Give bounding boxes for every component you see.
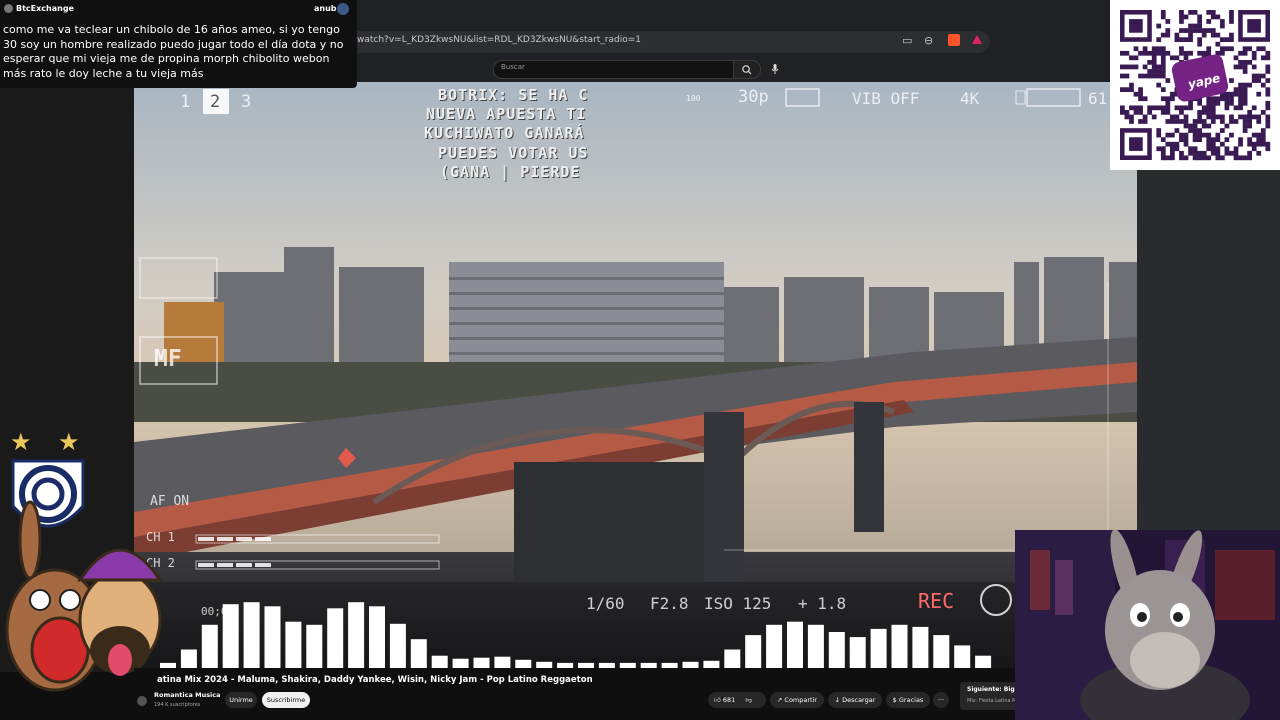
subscribe-button[interactable]: Suscribirme: [262, 692, 310, 708]
star-icon: ★: [10, 428, 32, 456]
qr-code: yape: [1110, 0, 1280, 170]
video-player[interactable]: 1 2 3 100 30p VIB OFF 4K 61 MF AF ON CH …: [134, 82, 1137, 668]
star-icon: ★: [58, 428, 80, 456]
botrix-line-1: BOTRIX: SE HA C: [438, 86, 589, 104]
chat-username: BtcExchange: [16, 4, 74, 13]
visualizer-bar: [348, 602, 365, 668]
download-button[interactable]: ↓ Descargar: [828, 692, 882, 708]
percent-label: 61: [1088, 89, 1108, 108]
visualizer-bar: [285, 621, 302, 668]
visualizer-bar: [745, 635, 762, 668]
audio-visualizer: [160, 602, 992, 668]
channel-avatar[interactable]: [137, 696, 147, 706]
visualizer-bar: [494, 656, 511, 668]
visualizer-bar: [389, 623, 406, 668]
channel-name[interactable]: Romantica Musica: [154, 691, 221, 699]
thanks-label: Gracias: [898, 696, 924, 704]
visualizer-bar: [703, 660, 720, 668]
chat-right-label: anub: [314, 4, 337, 13]
like-count: 681: [722, 696, 736, 704]
more-actions-button[interactable]: ···: [933, 692, 949, 708]
visualizer-bar: [473, 657, 490, 668]
page-3: 3: [241, 92, 252, 112]
visualizer-bar: [912, 626, 929, 668]
voice-search-button[interactable]: [766, 60, 784, 78]
visualizer-bar: [849, 637, 866, 668]
brave-shield-icon[interactable]: [948, 34, 960, 46]
share-button[interactable]: ↗ Compartir: [770, 692, 824, 708]
visualizer-bar: [180, 649, 197, 668]
right-background: [1137, 170, 1280, 530]
chat-badge-icon: [337, 3, 349, 15]
page-2-active: 2: [210, 92, 221, 112]
search-placeholder: Buscar: [501, 63, 525, 71]
visualizer-bar: [243, 602, 260, 668]
like-icon: 👍︎: [714, 696, 721, 704]
visualizer-bar: [891, 624, 908, 668]
video-title: atina Mix 2024 - Maluma, Shakira, Daddy …: [157, 675, 593, 685]
zoom-icon[interactable]: ⊖: [924, 34, 933, 47]
webcam-image: [1015, 530, 1280, 720]
botrix-line-4: PUEDES VOTAR US: [438, 144, 589, 162]
chat-avatar: [4, 4, 13, 13]
download-label: Descargar: [842, 696, 876, 704]
mic-icon: [771, 64, 779, 74]
video-frame: [134, 82, 1137, 668]
vib-label: VIB OFF: [852, 89, 920, 108]
visualizer-bar: [410, 639, 427, 668]
download-icon: ↓: [834, 696, 843, 704]
visualizer-bar: [327, 608, 344, 668]
next-video-sub: Mix: Fiesta Latina M: [967, 698, 1017, 704]
visualizer-bar: [452, 658, 469, 668]
cast-icon[interactable]: ▭: [902, 34, 912, 47]
visualizer-bar: [787, 621, 803, 668]
thanks-button[interactable]: $ Gracias: [886, 692, 930, 708]
join-button[interactable]: Unirme: [225, 692, 257, 708]
search-icon: [742, 65, 752, 75]
address-text: watch?v=L_KD3ZkwsNU&list=RDL_KD3ZkwsNU&s…: [357, 35, 641, 45]
visualizer-bar: [724, 649, 741, 668]
battery-level: 100: [686, 94, 701, 103]
mf-label: MF: [154, 346, 182, 372]
visualizer-bar: [201, 624, 218, 668]
like-button[interactable]: 👍︎ 681 👎︎: [708, 692, 766, 708]
visualizer-bar: [975, 655, 992, 668]
webcam-feed: [1015, 530, 1280, 720]
resolution-label: 4K: [960, 89, 980, 108]
rewards-icon[interactable]: [972, 35, 982, 44]
share-label: Compartir: [784, 696, 818, 704]
visualizer-bar: [369, 606, 385, 668]
botrix-line-3: KUCHIWATO GANARÁ: [424, 124, 585, 142]
visualizer-bar: [766, 624, 783, 668]
dislike-icon[interactable]: 👎︎: [745, 696, 752, 704]
page-1: 1: [180, 92, 191, 112]
visualizer-bar: [870, 628, 887, 668]
botrix-line-5: (GANA | PIERDE: [440, 163, 581, 181]
visualizer-bar: [828, 632, 845, 668]
search-input[interactable]: [493, 60, 735, 79]
subscriber-count: 194 K suscriptores: [154, 702, 201, 708]
visualizer-bar: [954, 645, 971, 668]
visualizer-bar: [807, 624, 824, 668]
visualizer-bar: [431, 655, 448, 668]
visualizer-bar: [515, 659, 532, 668]
chat-message: como me va teclear un chibolo de 16 años…: [3, 23, 344, 80]
search-button[interactable]: [733, 60, 761, 79]
visualizer-bar: [306, 624, 323, 668]
visualizer-bar: [933, 635, 950, 668]
visualizer-bar: [264, 606, 281, 668]
botrix-line-2: NUEVA APUESTA TI: [426, 105, 587, 123]
visualizer-bar: [222, 604, 239, 668]
fps-label: 30p: [738, 87, 769, 107]
